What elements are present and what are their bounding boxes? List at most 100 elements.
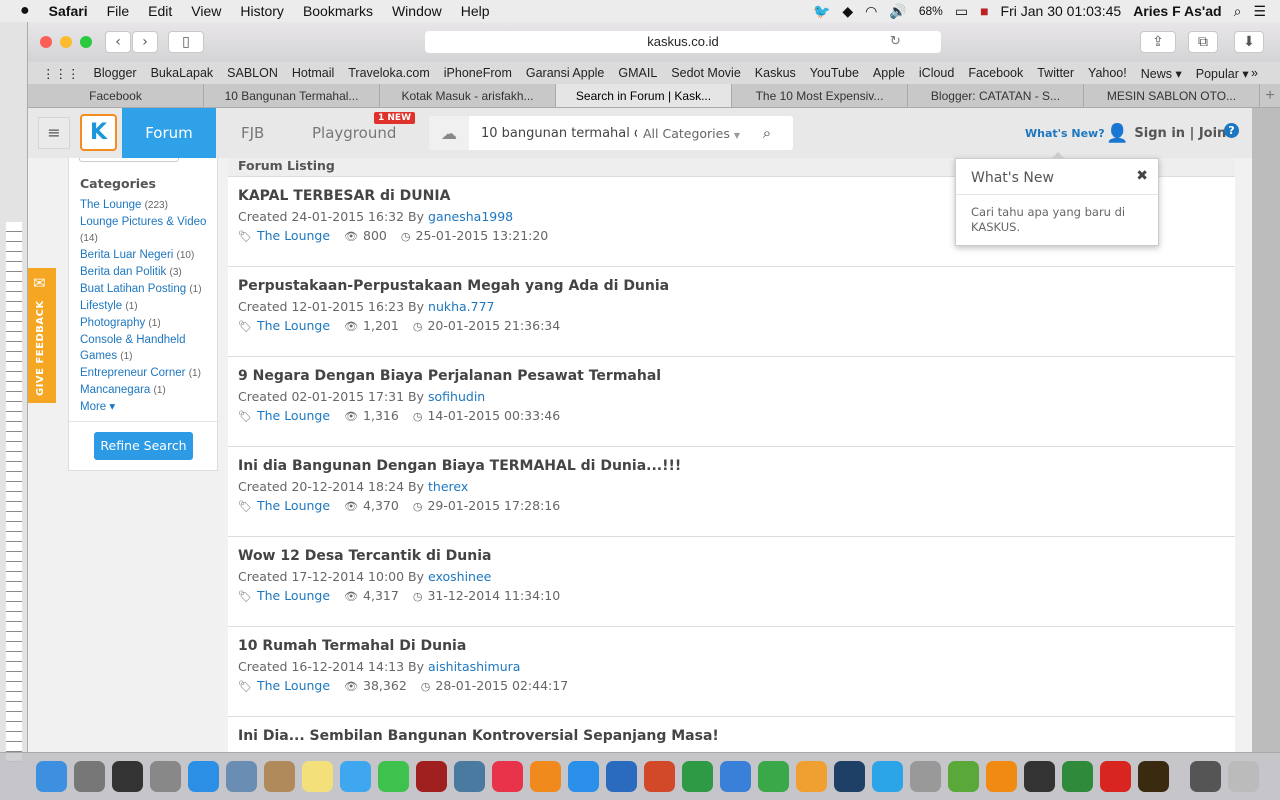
menu-file[interactable]: File	[107, 3, 130, 19]
bookmark[interactable]: Hotmail	[292, 66, 334, 80]
photo-booth-icon[interactable]	[416, 761, 447, 792]
finder-icon[interactable]	[36, 761, 67, 792]
shield-icon[interactable]	[1062, 761, 1093, 792]
bookmark[interactable]: Sedot Movie	[671, 66, 740, 80]
messages-icon[interactable]	[340, 761, 371, 792]
tab[interactable]: MESIN SABLON OTO...	[1084, 84, 1260, 107]
activity-monitor-icon[interactable]	[1024, 761, 1055, 792]
utorrent-icon[interactable]	[948, 761, 979, 792]
forum-link[interactable]: The Lounge	[257, 498, 330, 513]
mission-control-icon[interactable]	[112, 761, 143, 792]
forum-link[interactable]: The Lounge	[257, 588, 330, 603]
flag-icon[interactable]: ■	[980, 3, 988, 19]
thread-title[interactable]: Ini Dia... Sembilan Bangunan Kontroversi…	[238, 728, 1225, 744]
bookmark[interactable]: Apple	[873, 66, 905, 80]
forum-link[interactable]: The Lounge	[257, 318, 330, 333]
author-link[interactable]: sofihudin	[428, 389, 485, 404]
refine-search-button[interactable]: Refine Search	[94, 432, 193, 460]
tab[interactable]: The 10 Most Expensiv...	[732, 84, 908, 107]
tabs-overview-icon[interactable]: ⧉	[1188, 31, 1218, 53]
preview-icon[interactable]	[226, 761, 257, 792]
sign-in-link[interactable]: 👤 Sign in | Join	[1106, 123, 1226, 144]
category-link[interactable]: Lifestyle	[80, 300, 122, 312]
tab[interactable]: Kotak Masuk - arisfakh...	[380, 84, 556, 107]
battery-percent[interactable]: 68%	[919, 4, 943, 18]
category-link[interactable]: Console & Handheld Games	[80, 334, 186, 362]
menu-bookmarks[interactable]: Bookmarks	[303, 3, 373, 19]
address-bar[interactable]: kaskus.co.id	[425, 31, 941, 53]
ibooks-icon[interactable]	[530, 761, 561, 792]
close-window-button[interactable]	[40, 36, 52, 48]
bookmark[interactable]: BukaLapak	[151, 66, 214, 80]
bookmark-folder-news[interactable]: News ▾	[1141, 66, 1182, 81]
bookmark-folder-popular[interactable]: Popular ▾	[1196, 66, 1249, 81]
tab-active[interactable]: Search in Forum | Kask...	[556, 84, 732, 107]
forum-link[interactable]: The Lounge	[257, 408, 330, 423]
bookmark[interactable]: Blogger	[94, 66, 137, 80]
numbers-icon[interactable]	[758, 761, 789, 792]
user-name[interactable]: Aries F As'ad	[1133, 3, 1221, 19]
forward-button[interactable]: ›	[132, 31, 158, 53]
chat-bubble-icon[interactable]: ☁	[429, 116, 469, 150]
thread-title[interactable]: 10 Rumah Termahal Di Dunia	[238, 638, 1225, 654]
bookmark[interactable]: Kaskus	[755, 66, 796, 80]
menu-history[interactable]: History	[240, 3, 284, 19]
nav-fjb[interactable]: FJB	[241, 108, 264, 158]
facetime-icon[interactable]	[378, 761, 409, 792]
tab[interactable]: 10 Bangunan Termahal...	[204, 84, 380, 107]
bookmark[interactable]: SABLON	[227, 66, 278, 80]
menu-app-name[interactable]: Safari	[49, 3, 88, 19]
new-tab-button[interactable]: +	[1260, 84, 1280, 107]
more-bookmarks-icon[interactable]: »	[1251, 66, 1258, 80]
notification-center-icon[interactable]: ☰	[1253, 3, 1266, 20]
kaskus-logo[interactable]: K	[80, 114, 117, 151]
bookmark[interactable]: Garansi Apple	[526, 66, 605, 80]
bookmark[interactable]: GMAIL	[618, 66, 657, 80]
menu-help[interactable]: Help	[461, 3, 490, 19]
search-input[interactable]: 10 bangunan termahal di d	[469, 126, 637, 141]
thread-title[interactable]: Perpustakaan-Perpustakaan Megah yang Ada…	[238, 278, 1225, 294]
volume-icon[interactable]: 🔊	[889, 3, 906, 20]
whats-new-link[interactable]: What's New?	[1025, 127, 1105, 140]
apple-menu-icon[interactable]: ●	[20, 2, 30, 20]
bookmark[interactable]: Facebook	[968, 66, 1023, 80]
back-button[interactable]: ‹	[105, 31, 131, 53]
category-link[interactable]: Buat Latihan Posting	[80, 283, 186, 295]
chrome-icon[interactable]	[910, 761, 941, 792]
vlc-icon[interactable]	[986, 761, 1017, 792]
iphoto-icon[interactable]	[454, 761, 485, 792]
spotlight-icon[interactable]: ⌕	[1234, 3, 1242, 20]
sidebar-input[interactable]	[79, 158, 179, 162]
author-link[interactable]: therex	[428, 479, 468, 494]
thread-title[interactable]: Wow 12 Desa Tercantik di Dunia	[238, 548, 1225, 564]
itunes-icon[interactable]	[492, 761, 523, 792]
author-link[interactable]: ganesha1998	[428, 209, 513, 224]
category-select[interactable]: All Categories ▼	[637, 126, 747, 141]
acrobat-icon[interactable]	[1100, 761, 1131, 792]
app-store-icon[interactable]	[568, 761, 599, 792]
bookmark[interactable]: iCloud	[919, 66, 954, 80]
bookmark[interactable]: YouTube	[810, 66, 859, 80]
powerpoint-icon[interactable]	[644, 761, 675, 792]
twitter-icon[interactable]	[872, 761, 903, 792]
nav-forum[interactable]: Forum	[122, 108, 216, 158]
twitter-icon[interactable]: 🐦	[813, 3, 830, 20]
category-link[interactable]: Photography	[80, 317, 145, 329]
bookmark[interactable]: iPhoneFrom	[444, 66, 512, 80]
tab[interactable]: Facebook	[28, 84, 204, 107]
help-icon[interactable]: ?	[1224, 123, 1239, 138]
category-link[interactable]: Berita Luar Negeri	[80, 249, 173, 261]
author-link[interactable]: nukha.777	[428, 299, 495, 314]
forum-link[interactable]: The Lounge	[257, 678, 330, 693]
more-categories-link[interactable]: More ▾	[80, 399, 214, 415]
zoom-window-button[interactable]	[80, 36, 92, 48]
category-link[interactable]: Berita dan Politik	[80, 266, 166, 278]
category-link[interactable]: Mancanegara	[80, 384, 150, 396]
safari-icon[interactable]	[188, 761, 219, 792]
word-icon[interactable]	[606, 761, 637, 792]
tab[interactable]: Blogger: CATATAN - S...	[908, 84, 1084, 107]
bookmark[interactable]: Twitter	[1037, 66, 1074, 80]
hamburger-menu-icon[interactable]: ≡	[38, 117, 70, 149]
menu-view[interactable]: View	[191, 3, 221, 19]
category-link[interactable]: Entrepreneur Corner	[80, 367, 185, 379]
